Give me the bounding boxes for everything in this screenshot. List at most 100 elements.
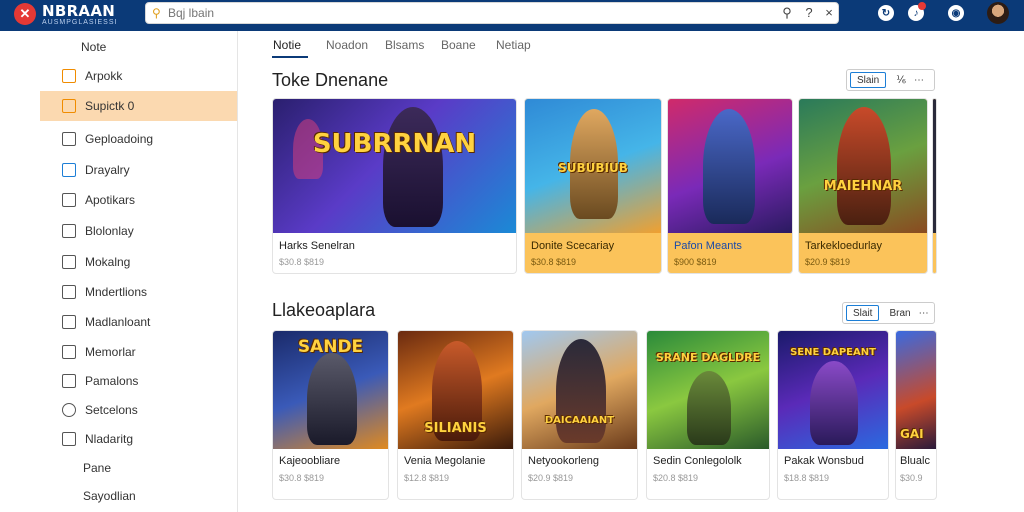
game-price: $30.8 $819 <box>279 257 325 267</box>
game-art-title: SENE DAPEANT <box>790 347 876 358</box>
game-title: Donite Scecariay <box>531 240 615 252</box>
settings-icon[interactable]: ◉ <box>948 5 964 21</box>
game-price: $30.8 $819 <box>279 473 325 483</box>
document-icon <box>62 224 76 238</box>
game-art-image <box>933 99 936 233</box>
grid-icon <box>62 285 76 299</box>
game-title: Venia Megolanie <box>404 455 486 467</box>
sidebar-item-9[interactable]: Memorlar <box>40 337 237 367</box>
sidebar-top-label[interactable]: Note <box>81 40 106 54</box>
game-title: Tarkekloedurlay <box>805 240 883 252</box>
active-tab-indicator <box>272 56 308 58</box>
sidebar-item-label: Apotikars <box>85 193 136 207</box>
game-card-partial[interactable] <box>932 98 937 274</box>
section-filter-button[interactable]: Slait <box>846 305 880 321</box>
sidebar-item-0[interactable]: Arpokk <box>40 61 237 91</box>
sidebar-item-label: Madlanloant <box>85 315 151 329</box>
sidebar-item-8[interactable]: Madlanloant <box>40 307 237 337</box>
sidebar: Note Arpokk Supictk 0 Geploadoing Drayal… <box>40 31 238 512</box>
sidebar-item-10[interactable]: Pamalons <box>40 366 237 396</box>
game-card[interactable]: SUBUBIUB Donite Scecariay $30.8 $819 <box>524 98 662 274</box>
close-icon[interactable]: × <box>821 5 837 20</box>
section-controls: Slait Bran ⋯ <box>842 302 935 324</box>
sidebar-item-label: Mndertlions <box>85 285 148 299</box>
section-sort-button[interactable]: ⅙ <box>896 75 906 86</box>
game-art-title: GAI <box>900 427 924 441</box>
clock-icon <box>62 403 76 417</box>
bookmark-icon <box>62 315 76 329</box>
sidebar-item-label: Mokalng <box>85 255 131 269</box>
game-art-image <box>668 99 792 233</box>
game-title: Pafon Meants <box>674 240 742 252</box>
section-title: Llakeoaplara <box>272 300 376 320</box>
sidebar-bottom-item-0[interactable]: Pane <box>83 461 111 475</box>
sidebar-bottom-item-1[interactable]: Sayodlian <box>83 489 136 503</box>
game-card[interactable]: SILIANIS Venia Megolanie $12.8 $819 <box>397 330 514 500</box>
notification-badge <box>918 2 926 10</box>
search-magnifier-icon: ⚲ <box>152 6 161 20</box>
tab-2[interactable]: Blsams <box>385 38 424 52</box>
library-icon <box>62 163 76 177</box>
game-price: $20.9 $819 <box>805 257 851 267</box>
section-sort-button[interactable]: Bran <box>889 308 910 319</box>
folder-icon <box>62 193 76 207</box>
mail-icon <box>62 255 76 269</box>
sidebar-item-11[interactable]: Setcelons <box>40 395 237 425</box>
game-card[interactable]: MAIEHNAR Tarkekloedurlay $20.9 $819 <box>798 98 928 274</box>
section-title: Toke Dnenane <box>272 70 389 90</box>
sidebar-item-1[interactable]: Supictk 0 <box>40 91 237 121</box>
game-card[interactable]: SRANE DAGLDRE Sedin Conlegololk $20.8 $8… <box>646 330 770 500</box>
sidebar-item-12[interactable]: Nladaritg <box>40 424 237 454</box>
sidebar-item-label: Nladaritg <box>85 432 134 446</box>
game-card[interactable]: SENE DAPEANT Pakak Wonsbud $18.8 $819 <box>777 330 889 500</box>
tab-3[interactable]: Boane <box>441 38 476 52</box>
chat-icon <box>62 345 76 359</box>
app-logo-icon[interactable]: ✕ <box>14 3 36 25</box>
game-price: $12.8 $819 <box>404 473 450 483</box>
help-icon[interactable]: ? <box>801 5 817 20</box>
more-options-icon[interactable]: ⋯ <box>914 75 925 86</box>
store-icon <box>62 99 76 113</box>
avatar[interactable] <box>987 2 1009 24</box>
sidebar-item-7[interactable]: Mndertlions <box>40 277 237 307</box>
sidebar-item-label: Memorlar <box>85 345 136 359</box>
game-art-title: SILIANIS <box>424 421 487 436</box>
game-art-image <box>273 99 516 233</box>
game-card[interactable]: SANDE Kajeoobliare $30.8 $819 <box>272 330 389 500</box>
sidebar-item-label: Arpokk <box>85 69 123 83</box>
game-card[interactable]: DAICAAIANT Netyookorleng $20.9 $819 <box>521 330 638 500</box>
game-art-title: SRANE DAGLDRE <box>655 351 761 364</box>
game-title: Netyookorleng <box>528 455 599 467</box>
sidebar-item-5[interactable]: Blolonlay <box>40 216 237 246</box>
game-card[interactable]: SUBRRNAN Harks Senelran $30.8 $819 <box>272 98 517 274</box>
more-options-icon[interactable]: ⋯ <box>919 308 930 319</box>
game-price: $30.9 <box>900 473 923 483</box>
sidebar-item-6[interactable]: Mokalng <box>40 247 237 277</box>
tab-4[interactable]: Netiap <box>496 38 531 52</box>
game-price: $900 $819 <box>674 257 717 267</box>
game-card[interactable]: Pafon Meants $900 $819 <box>667 98 793 274</box>
game-art-title: SUBUBIUB <box>558 161 628 175</box>
game-card[interactable]: GAI Blualc $30.9 <box>895 330 937 500</box>
refresh-icon[interactable]: ↻ <box>878 5 894 21</box>
section-filter-button[interactable]: Slain <box>850 72 887 88</box>
section-controls: Slain ⅙ ⋯ <box>846 69 935 91</box>
download-icon <box>62 132 76 146</box>
sidebar-item-label: Setcelons <box>85 403 138 417</box>
sidebar-item-label: Blolonlay <box>85 224 134 238</box>
search-icon[interactable]: ⚲ <box>779 5 795 21</box>
sidebar-item-3[interactable]: Drayalry <box>40 155 237 185</box>
game-art-title: SUBRRNAN <box>312 129 477 159</box>
sidebar-item-label: Geploadoing <box>85 132 154 146</box>
tab-1[interactable]: Noadon <box>326 38 368 52</box>
game-price: $30.8 $819 <box>531 257 577 267</box>
sidebar-item-2[interactable]: Geploadoing <box>40 124 237 154</box>
sidebar-item-4[interactable]: Apotikars <box>40 185 237 215</box>
game-art-title: DAICAAIANT <box>544 415 615 426</box>
sidebar-item-label: Drayalry <box>85 163 130 177</box>
game-art-title: MAIEHNAR <box>823 179 903 194</box>
calendar-icon <box>62 374 76 388</box>
search-input[interactable] <box>168 5 768 21</box>
game-price: $20.9 $819 <box>528 473 574 483</box>
tab-0[interactable]: Notie <box>273 38 301 52</box>
